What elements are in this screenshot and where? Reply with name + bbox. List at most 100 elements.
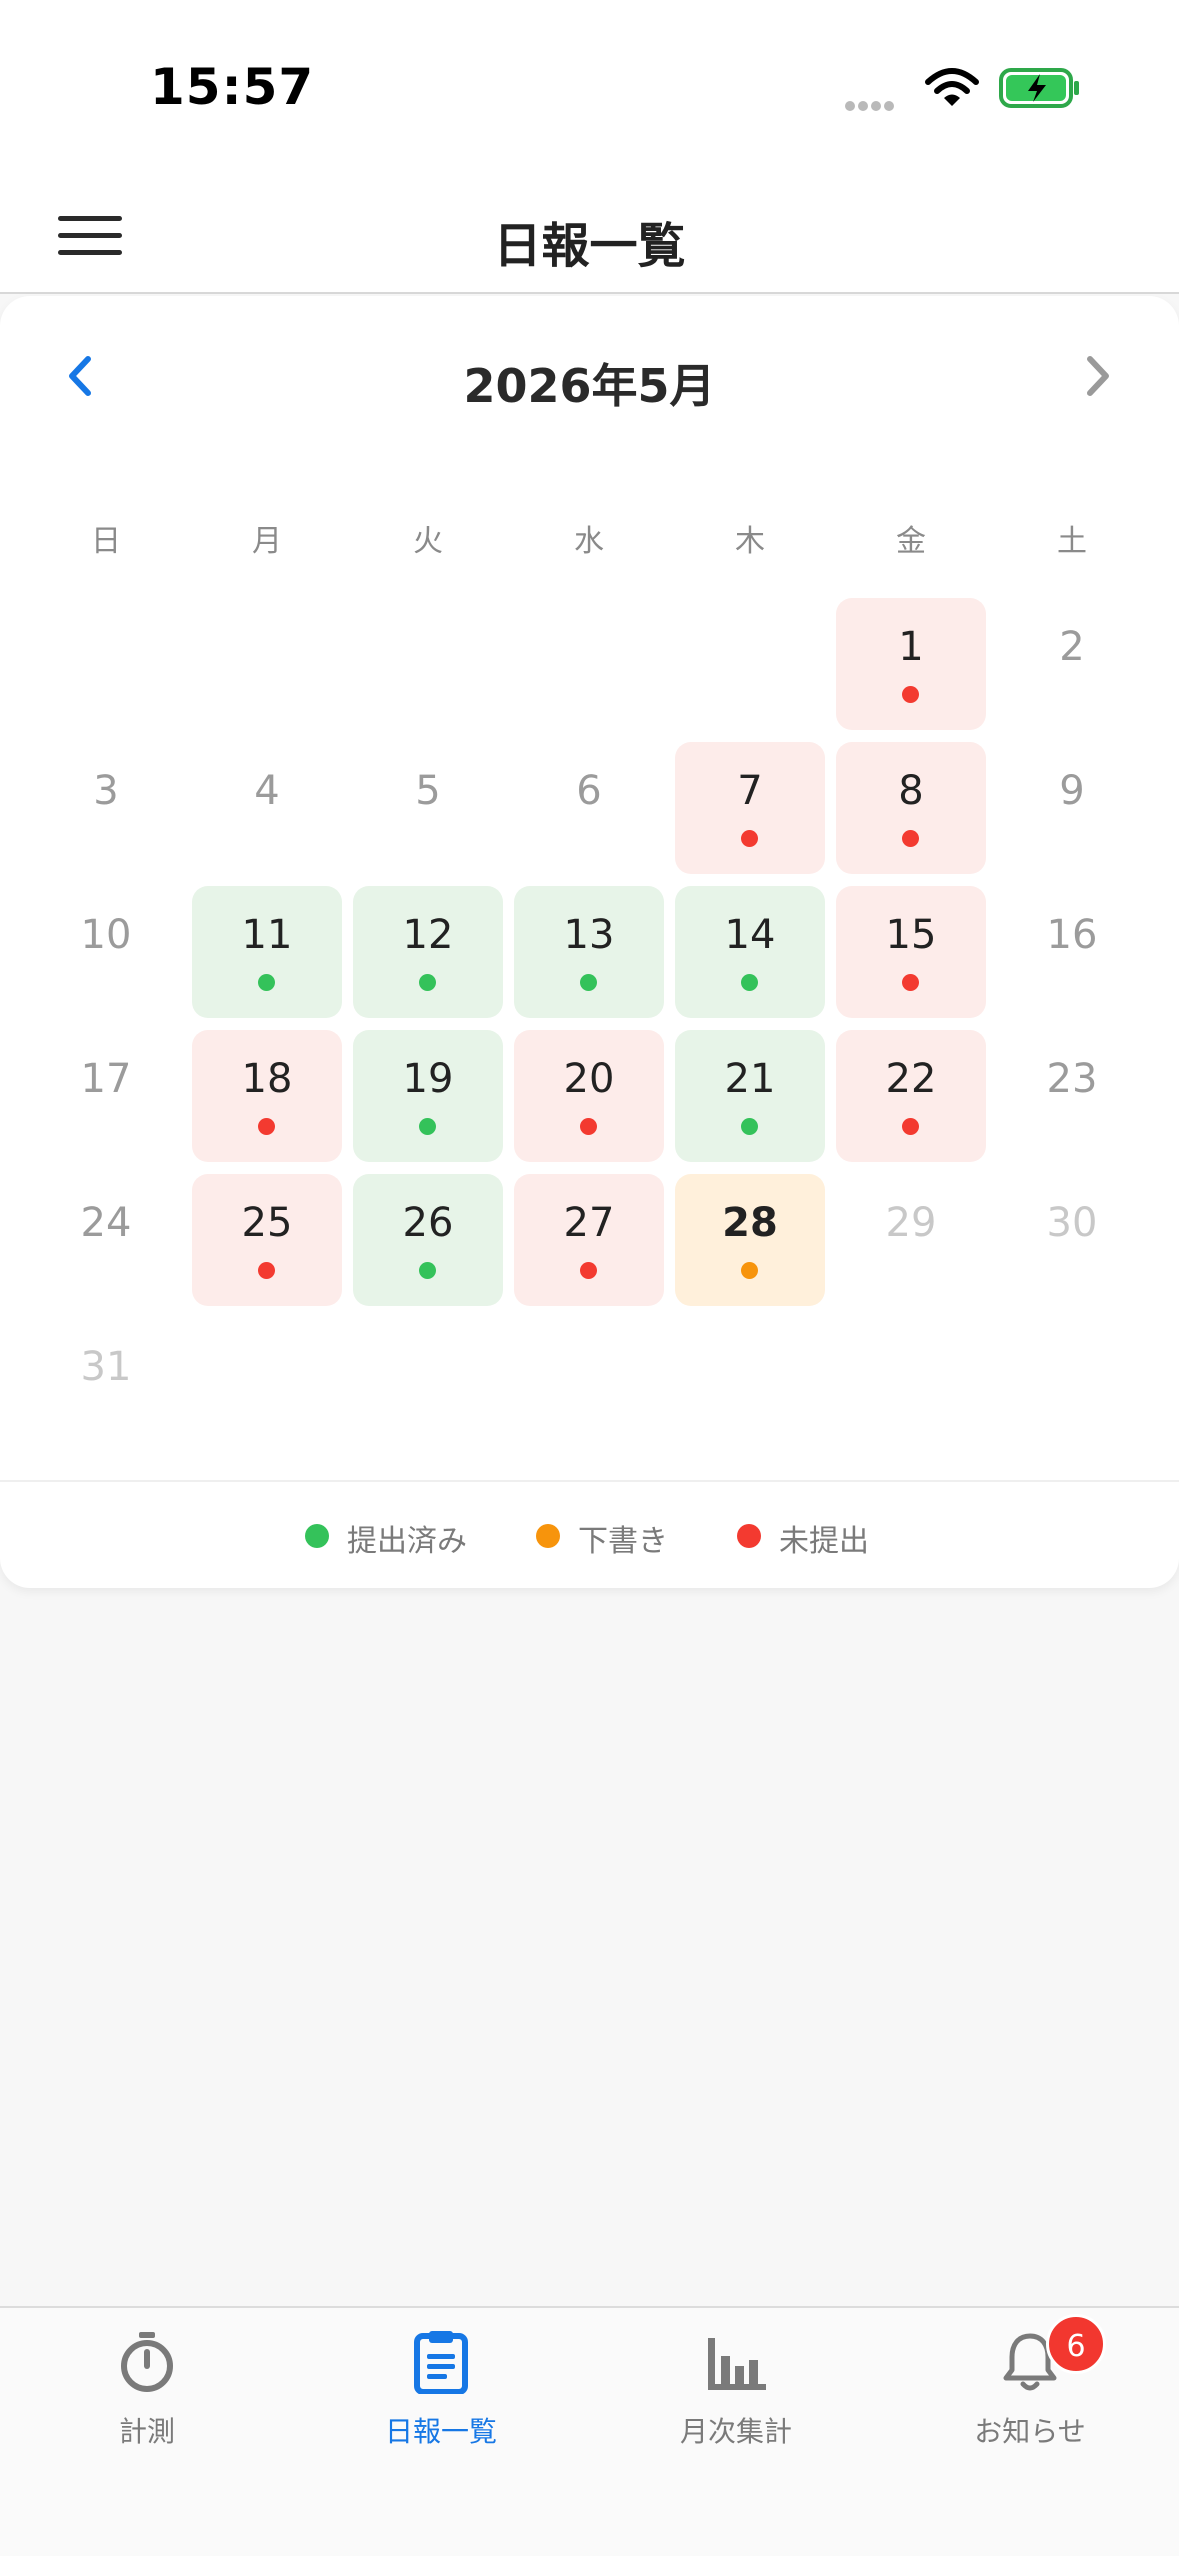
status-legend: 提出済み 下書き 未提出: [0, 1510, 1179, 1560]
legend-divider: [0, 1480, 1179, 1482]
day-number: 3: [93, 768, 119, 814]
tab-report-list[interactable]: 日報一覧: [294, 2308, 588, 2468]
calendar-day-19[interactable]: 19: [353, 1030, 503, 1162]
weekday-label: 水: [574, 524, 604, 559]
weekday-label: 金: [896, 524, 926, 559]
day-number: 31: [80, 1344, 132, 1390]
calendar-day-7[interactable]: 7: [675, 742, 825, 874]
app-header: 日報一覧: [0, 170, 1179, 294]
calendar-day-17[interactable]: 17: [31, 1030, 181, 1162]
status-dot-unsubmitted: [902, 1118, 919, 1135]
day-number: 17: [80, 1056, 132, 1102]
status-dot-unsubmitted: [258, 1118, 275, 1135]
day-number: 8: [898, 768, 924, 814]
day-number: 11: [241, 912, 293, 958]
calendar-day-6[interactable]: 6: [514, 742, 664, 874]
calendar-day-28[interactable]: 28: [675, 1174, 825, 1306]
day-number: 13: [563, 912, 615, 958]
calendar-day-21[interactable]: 21: [675, 1030, 825, 1162]
status-dot-submitted: [419, 1118, 436, 1135]
weekday-label: 月: [252, 524, 282, 559]
day-number: 16: [1046, 912, 1098, 958]
notification-badge: 6: [1046, 2314, 1106, 2374]
weekday-header: 日月火水木金土: [26, 516, 1153, 559]
day-number: 9: [1059, 768, 1085, 814]
status-time: 15:57: [150, 58, 315, 116]
day-number: 28: [722, 1200, 778, 1246]
calendar-day-30[interactable]: 30: [997, 1174, 1147, 1306]
month-navigation: 2026年5月: [0, 296, 1179, 456]
calendar-day-2[interactable]: 2: [997, 598, 1147, 730]
tab-label: 計測: [118, 2415, 175, 2448]
legend-label: 提出済み: [347, 1524, 467, 1559]
calendar-day-26[interactable]: 26: [353, 1174, 503, 1306]
status-dot-submitted: [741, 1118, 758, 1135]
day-number: 18: [241, 1056, 293, 1102]
status-dot-submitted: [258, 974, 275, 991]
status-dot-submitted: [419, 1262, 436, 1279]
legend-label: 未提出: [779, 1524, 869, 1559]
calendar-day-8[interactable]: 8: [836, 742, 986, 874]
tab-label: 日報一覧: [384, 2415, 497, 2448]
calendar-day-29[interactable]: 29: [836, 1174, 986, 1306]
status-dot-unsubmitted: [902, 686, 919, 703]
legend-dot: [737, 1524, 761, 1548]
tab-monthly-summary[interactable]: 月次集計: [589, 2308, 883, 2468]
calendar-day-24[interactable]: 24: [31, 1174, 181, 1306]
day-number: 19: [402, 1056, 454, 1102]
day-number: 12: [402, 912, 454, 958]
status-dot-unsubmitted: [580, 1118, 597, 1135]
month-title: 2026年5月: [463, 359, 716, 413]
weekday-label: 日: [91, 524, 121, 559]
calendar-day-18[interactable]: 18: [192, 1030, 342, 1162]
status-dot-unsubmitted: [902, 974, 919, 991]
page-title: 日報一覧: [493, 218, 686, 274]
calendar-day-14[interactable]: 14: [675, 886, 825, 1018]
status-dot-unsubmitted: [902, 830, 919, 847]
clipboard-icon: [414, 2331, 468, 2394]
chevron-right-icon[interactable]: [1072, 351, 1122, 401]
calendar-day-10[interactable]: 10: [31, 886, 181, 1018]
day-number: 7: [737, 768, 763, 814]
day-number: 26: [402, 1200, 454, 1246]
day-number: 25: [241, 1200, 293, 1246]
calendar-day-4[interactable]: 4: [192, 742, 342, 874]
calendar-day-27[interactable]: 27: [514, 1174, 664, 1306]
status-dot-submitted: [419, 974, 436, 991]
calendar-day-20[interactable]: 20: [514, 1030, 664, 1162]
calendar-day-11[interactable]: 11: [192, 886, 342, 1018]
calendar-day-12[interactable]: 12: [353, 886, 503, 1018]
calendar-day-1[interactable]: 1: [836, 598, 986, 730]
tab-notifications[interactable]: 6 お知らせ: [883, 2308, 1177, 2468]
calendar-day-9[interactable]: 9: [997, 742, 1147, 874]
wifi-icon: [925, 68, 979, 106]
app-screen: 15:57 日報一覧 2026年5月 日 月 火 水 木 金 土 1 2 3 4…: [0, 0, 1179, 2556]
day-number: 22: [885, 1056, 937, 1102]
status-dot-unsubmitted: [258, 1262, 275, 1279]
day-number: 29: [885, 1200, 937, 1246]
calendar-day-31[interactable]: 31: [31, 1318, 181, 1450]
calendar-day-23[interactable]: 23: [997, 1030, 1147, 1162]
bar-chart-icon: [708, 2338, 766, 2390]
legend-dot: [305, 1524, 329, 1548]
weekday-label: 火: [413, 524, 443, 559]
calendar-day-3[interactable]: 3: [31, 742, 181, 874]
calendar-day-16[interactable]: 16: [997, 886, 1147, 1018]
day-number: 27: [563, 1200, 615, 1246]
calendar-day-25[interactable]: 25: [192, 1174, 342, 1306]
tab-label: お知らせ: [974, 2415, 1086, 2448]
weekday-label: 木: [735, 524, 765, 559]
calendar-day-13[interactable]: 13: [514, 886, 664, 1018]
calendar-card: 2026年5月 日月火水木金土 1 2 3 4 5 6 7 8 9 10 11 12 13 14 15 16 1…: [0, 296, 1179, 1588]
day-number: 24: [80, 1200, 132, 1246]
calendar-day-5[interactable]: 5: [353, 742, 503, 874]
day-number: 5: [415, 768, 441, 814]
day-number: 21: [724, 1056, 776, 1102]
day-number: 2: [1059, 624, 1085, 670]
day-number: 10: [80, 912, 132, 958]
status-dot-submitted: [741, 974, 758, 991]
day-number: 6: [576, 768, 602, 814]
tab-measure[interactable]: 計測: [0, 2308, 294, 2468]
calendar-day-15[interactable]: 15: [836, 886, 986, 1018]
calendar-day-22[interactable]: 22: [836, 1030, 986, 1162]
